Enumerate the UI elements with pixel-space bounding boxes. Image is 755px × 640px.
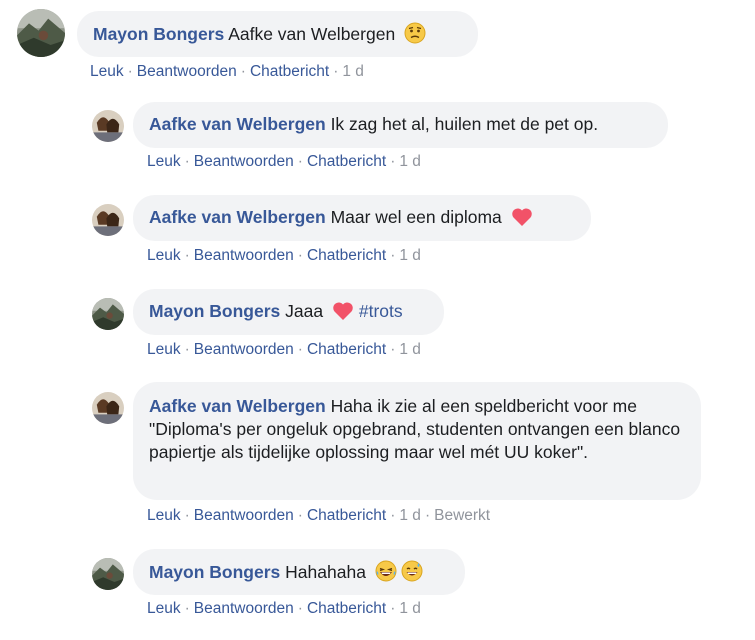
like-link[interactable]: Leuk	[147, 600, 181, 617]
timestamp[interactable]: 1 d	[399, 507, 421, 524]
worried-face-icon	[404, 22, 426, 50]
avatar-image	[17, 9, 65, 57]
comment-bubble: Mayon Bongers Jaaa #trots	[133, 289, 444, 335]
avatar[interactable]	[92, 110, 124, 142]
like-link[interactable]: Leuk	[147, 153, 181, 170]
hashtag-link[interactable]: #trots	[359, 301, 403, 321]
comment-bubble: Mayon Bongers Hahahaha	[133, 549, 465, 595]
sweat-smile-face-icon	[401, 560, 423, 588]
comment-text: Hahahaha	[285, 562, 366, 582]
chat-link[interactable]: Chatbericht	[250, 63, 329, 80]
comment-bubble: Aafke van Welbergen Haha ik zie al een s…	[133, 382, 701, 500]
avatar-image	[92, 558, 124, 590]
timestamp[interactable]: 1 d	[399, 247, 421, 264]
avatar[interactable]	[92, 298, 124, 330]
author-name[interactable]: Aafke van Welbergen	[149, 396, 326, 416]
comment-text: Aafke van Welbergen	[228, 24, 396, 44]
like-link[interactable]: Leuk	[147, 247, 181, 264]
chat-link[interactable]: Chatbericht	[307, 600, 386, 617]
avatar[interactable]	[92, 558, 124, 590]
timestamp[interactable]: 1 d	[399, 341, 421, 358]
reply-link[interactable]: Beantwoorden	[194, 341, 294, 358]
author-name[interactable]: Mayon Bongers	[149, 562, 280, 582]
comment-actions: Leuk · Beantwoorden · Chatbericht · 1 d	[147, 247, 421, 264]
reply-link[interactable]: Beantwoorden	[137, 63, 237, 80]
comment-bubble: Aafke van Welbergen Ik zag het al, huile…	[133, 102, 668, 148]
heart-icon	[511, 207, 533, 233]
avatar[interactable]	[17, 9, 65, 57]
chat-link[interactable]: Chatbericht	[307, 341, 386, 358]
comment-bubble: Mayon Bongers Aafke van Welbergen	[77, 11, 478, 57]
author-name[interactable]: Aafke van Welbergen	[149, 114, 326, 134]
avatar-image	[92, 204, 124, 236]
timestamp[interactable]: 1 d	[399, 153, 421, 170]
avatar[interactable]	[92, 392, 124, 424]
avatar-image	[92, 110, 124, 142]
comment-text: Ik zag het al, huilen met de pet op.	[330, 114, 599, 134]
chat-link[interactable]: Chatbericht	[307, 153, 386, 170]
heart-icon	[332, 301, 354, 327]
author-name[interactable]: Mayon Bongers	[149, 301, 280, 321]
comment-actions: Leuk · Beantwoorden · Chatbericht · 1 d	[90, 63, 364, 80]
comment-actions: Leuk · Beantwoorden · Chatbericht · 1 d	[147, 153, 421, 170]
like-link[interactable]: Leuk	[147, 341, 181, 358]
chat-link[interactable]: Chatbericht	[307, 507, 386, 524]
reply-link[interactable]: Beantwoorden	[194, 507, 294, 524]
avatar-image	[92, 298, 124, 330]
author-name[interactable]: Mayon Bongers	[93, 24, 224, 44]
avatar-image	[92, 392, 124, 424]
comment-actions: Leuk · Beantwoorden · Chatbericht · 1 d	[147, 341, 421, 358]
comment-actions: Leuk · Beantwoorden · Chatbericht · 1 d	[147, 600, 421, 617]
like-link[interactable]: Leuk	[147, 507, 181, 524]
reply-link[interactable]: Beantwoorden	[194, 247, 294, 264]
timestamp[interactable]: 1 d	[399, 600, 421, 617]
avatar[interactable]	[92, 204, 124, 236]
author-name[interactable]: Aafke van Welbergen	[149, 207, 326, 227]
laughing-face-icon	[375, 560, 397, 588]
comment-bubble: Aafke van Welbergen Maar wel een diploma	[133, 195, 591, 241]
reply-link[interactable]: Beantwoorden	[194, 600, 294, 617]
comment-text: Jaaa	[285, 301, 324, 321]
reply-link[interactable]: Beantwoorden	[194, 153, 294, 170]
like-link[interactable]: Leuk	[90, 63, 124, 80]
comment-actions: Leuk · Beantwoorden · Chatbericht · 1 d · Bewerk…	[147, 507, 491, 524]
edited-label[interactable]: Bewerkt	[434, 507, 490, 524]
timestamp[interactable]: 1 d	[342, 63, 364, 80]
comment-text: Maar wel een diploma	[330, 207, 502, 227]
chat-link[interactable]: Chatbericht	[307, 247, 386, 264]
